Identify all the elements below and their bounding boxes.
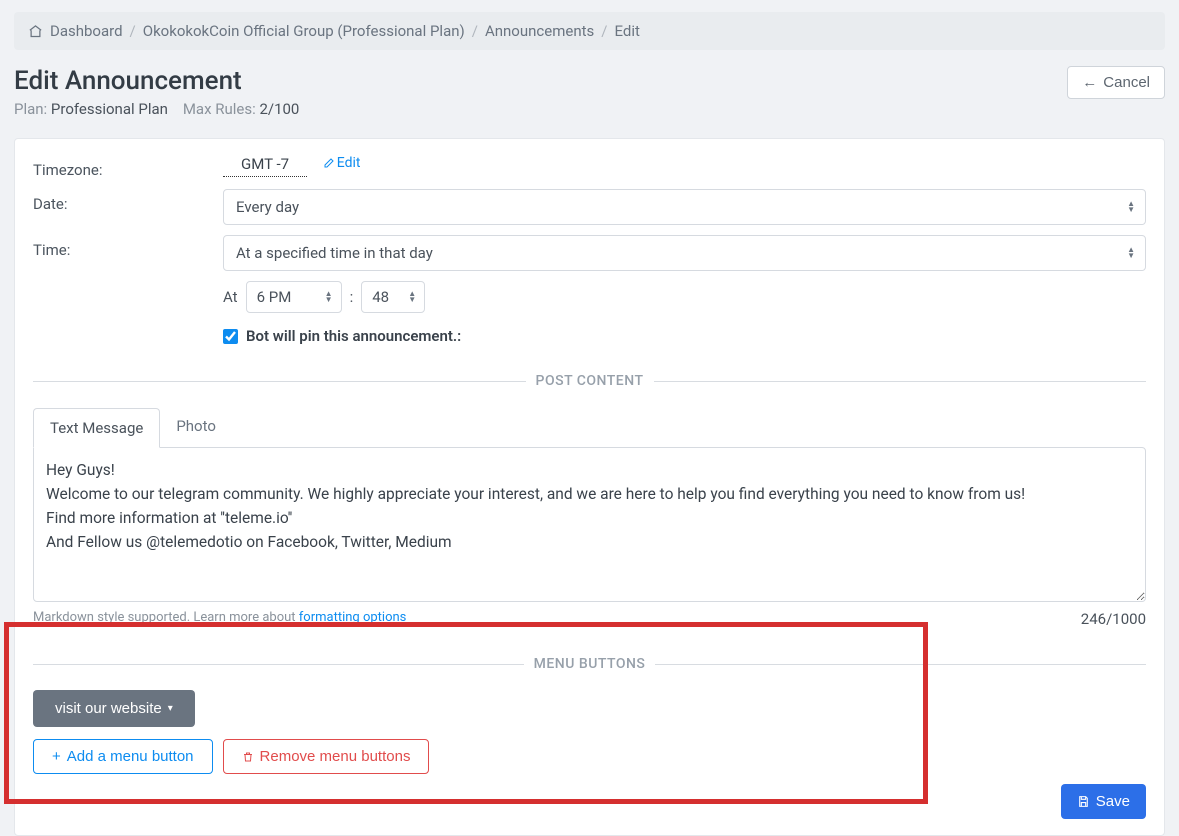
date-label: Date: [33,189,223,213]
save-label: Save [1096,793,1130,810]
plus-icon: + [52,748,61,765]
arrow-left-icon: ← [1082,74,1097,91]
breadcrumb-sep: / [472,22,478,40]
breadcrumb-sep: / [130,22,136,40]
timezone-edit-link[interactable]: Edit [323,155,361,171]
date-select[interactable]: Every day ▲▼ [223,189,1146,225]
breadcrumb: Dashboard / OkokokokCoin Official Group … [14,12,1165,50]
remove-menu-buttons[interactable]: Remove menu buttons [223,739,430,774]
hour-value: 6 PM [257,288,292,306]
at-label: At [223,288,238,306]
menu-buttons-header: MENU BUTTONS [33,656,1146,672]
time-mode-value: At a specified time in that day [236,244,433,262]
edit-label: Edit [337,155,361,171]
save-icon [1077,795,1090,808]
plan-label: Plan: [14,100,51,118]
breadcrumb-announcements[interactable]: Announcements [485,22,594,40]
formatting-link[interactable]: formatting options [299,610,407,625]
tab-text-message[interactable]: Text Message [33,408,160,448]
breadcrumb-group[interactable]: OkokokokCoin Official Group (Professiona… [143,22,465,40]
edit-icon [323,157,335,169]
trash-icon [242,751,254,763]
date-value: Every day [236,198,299,216]
add-menu-button[interactable]: + Add a menu button [33,739,213,774]
form-panel: Timezone: GMT -7 Edit Date: Every day ▲▼… [14,138,1165,836]
maxrules-value: 2/100 [259,100,299,118]
page-meta: Plan: Professional Plan Max Rules: 2/100 [14,100,299,118]
pin-label: Bot will pin this announcement.: [246,327,461,345]
remove-menu-label: Remove menu buttons [260,748,411,765]
caret-icon: ▲▼ [325,291,333,303]
timezone-label: Timezone: [33,155,223,179]
time-mode-select[interactable]: At a specified time in that day ▲▼ [223,235,1146,271]
breadcrumb-sep: / [601,22,607,40]
caret-icon: ▲▼ [408,291,416,303]
maxrules-label: Max Rules: [183,100,260,118]
breadcrumb-dashboard[interactable]: Dashboard [50,22,123,40]
minute-value: 48 [372,288,389,306]
markdown-hint: Markdown style supported. Learn more abo… [33,610,299,625]
tab-photo[interactable]: Photo [160,407,232,447]
time-colon: : [350,288,354,306]
post-content-header: POST CONTENT [33,373,1146,389]
time-label: Time: [33,235,223,259]
home-icon [28,24,43,39]
message-textarea[interactable] [33,447,1146,602]
pin-checkbox[interactable] [223,329,238,344]
add-menu-label: Add a menu button [67,748,194,765]
save-button[interactable]: Save [1061,784,1146,819]
caret-icon: ▲▼ [1127,201,1135,213]
cancel-button[interactable]: ← Cancel [1067,66,1165,99]
cancel-label: Cancel [1103,74,1150,91]
menu-button-label: visit our website [55,700,162,717]
char-counter: 246/1000 [1081,610,1146,628]
minute-select[interactable]: 48 ▲▼ [361,281,425,313]
plan-value: Professional Plan [51,100,168,118]
menu-button-visit-website[interactable]: visit our website ▾ [33,690,195,727]
timezone-value: GMT -7 [223,155,307,177]
page-title: Edit Announcement [14,66,299,96]
caret-down-icon: ▾ [168,703,173,714]
hour-select[interactable]: 6 PM ▲▼ [246,281,342,313]
breadcrumb-current: Edit [614,22,639,40]
caret-icon: ▲▼ [1127,247,1135,259]
